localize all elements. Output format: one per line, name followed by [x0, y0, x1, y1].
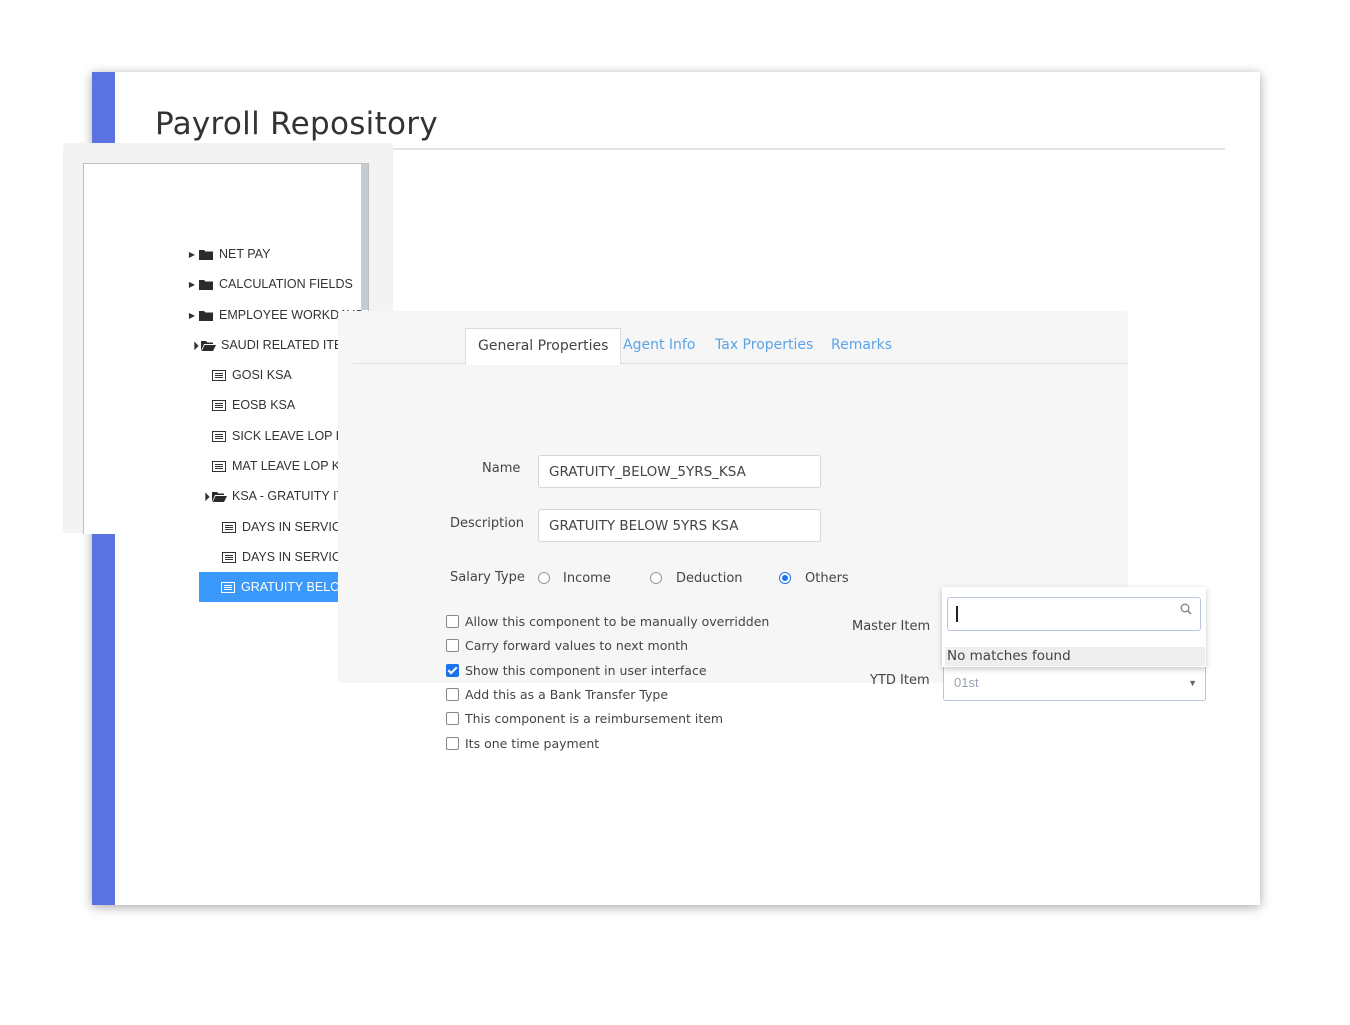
option-checkbox[interactable] [446, 639, 459, 652]
radio-others-label: Others [805, 571, 849, 586]
tree-item-label: CALCULATION FIELDS [219, 277, 353, 291]
list-document-icon [222, 551, 236, 563]
option-checkbox-label: Allow this component to be manually over… [465, 614, 770, 629]
tab-agent-info[interactable]: Agent Info [623, 328, 695, 363]
option-checkbox-label: Add this as a Bank Transfer Type [465, 687, 669, 702]
list-document-icon [222, 521, 236, 533]
tree-item[interactable]: EOSB KSA [212, 390, 295, 420]
tree-item[interactable]: MAT LEAVE LOP KSA [212, 451, 357, 481]
tree-item[interactable]: ▶ EMPLOYEE WORKDAYS [185, 300, 363, 330]
option-checkbox[interactable] [446, 615, 459, 628]
radio-income-label: Income [563, 571, 611, 586]
list-document-icon [212, 460, 226, 472]
tree-item[interactable]: ▶ CALCULATION FIELDS [185, 269, 353, 299]
list-document-icon [221, 581, 235, 593]
tree-item-label: EOSB KSA [232, 398, 296, 412]
triangle-down-icon[interactable]: ◢ [197, 488, 213, 504]
tree-item[interactable]: ▶ NET PAY [185, 239, 270, 269]
page-title: Payroll Repository [155, 106, 438, 142]
tree-scrollbar[interactable] [361, 164, 368, 310]
folder-open-icon [212, 491, 227, 502]
tab-tax-properties[interactable]: Tax Properties [715, 328, 813, 363]
tab-remarks[interactable]: Remarks [831, 328, 892, 363]
radio-income[interactable] [538, 572, 550, 584]
description-label: Description [450, 516, 525, 531]
tree-item-label: GOSI KSA [232, 368, 292, 382]
folder-icon [199, 279, 213, 290]
ytd-item-select[interactable]: 01st ▼ [943, 667, 1206, 701]
tree-item[interactable]: ◢ SAUDI RELATED ITEMS [187, 330, 361, 360]
chevron-down-icon: ▼ [1188, 678, 1197, 688]
radio-others[interactable] [779, 572, 791, 584]
list-document-icon [212, 399, 226, 411]
search-icon [1180, 603, 1192, 615]
description-field[interactable]: GRATUITY BELOW 5YRS KSA [538, 509, 821, 542]
folder-icon [199, 310, 213, 321]
option-checkbox[interactable] [446, 712, 459, 725]
name-field[interactable]: GRATUITY_BELOW_5YRS_KSA [538, 455, 821, 488]
triangle-right-icon[interactable]: ▶ [185, 280, 199, 289]
triangle-down-icon[interactable]: ◢ [186, 337, 202, 353]
list-document-icon [212, 430, 226, 442]
master-item-label: Master Item [852, 619, 931, 634]
option-checkbox-label: Show this component in user interface [465, 663, 707, 678]
salary-type-label: Salary Type [450, 570, 525, 585]
no-matches-message: No matches found [945, 647, 1205, 666]
text-cursor [956, 605, 958, 622]
master-item-search-input[interactable] [947, 597, 1201, 631]
tab-general-properties[interactable]: General Properties [465, 328, 622, 365]
option-checkbox-label: Carry forward values to next month [465, 638, 689, 653]
option-checkbox-label: Its one time payment [465, 736, 600, 751]
triangle-right-icon[interactable]: ▶ [185, 311, 199, 320]
tree-item-label: NET PAY [219, 247, 271, 261]
option-checkbox[interactable] [446, 664, 459, 677]
radio-deduction-label: Deduction [676, 571, 743, 586]
ytd-item-value: 01st [954, 675, 979, 690]
folder-icon [199, 249, 213, 260]
option-checkbox-label: This component is a reimbursement item [465, 711, 724, 726]
option-checkbox[interactable] [446, 737, 459, 750]
folder-open-icon [201, 340, 216, 351]
master-item-dropdown: No matches found [942, 587, 1206, 667]
tree-item[interactable]: GOSI KSA [212, 360, 292, 390]
name-label: Name [482, 461, 521, 476]
list-document-icon [212, 369, 226, 381]
radio-deduction[interactable] [650, 572, 662, 584]
option-checkbox[interactable] [446, 688, 459, 701]
ytd-item-label: YTD Item [870, 673, 930, 688]
triangle-right-icon[interactable]: ▶ [185, 250, 199, 259]
